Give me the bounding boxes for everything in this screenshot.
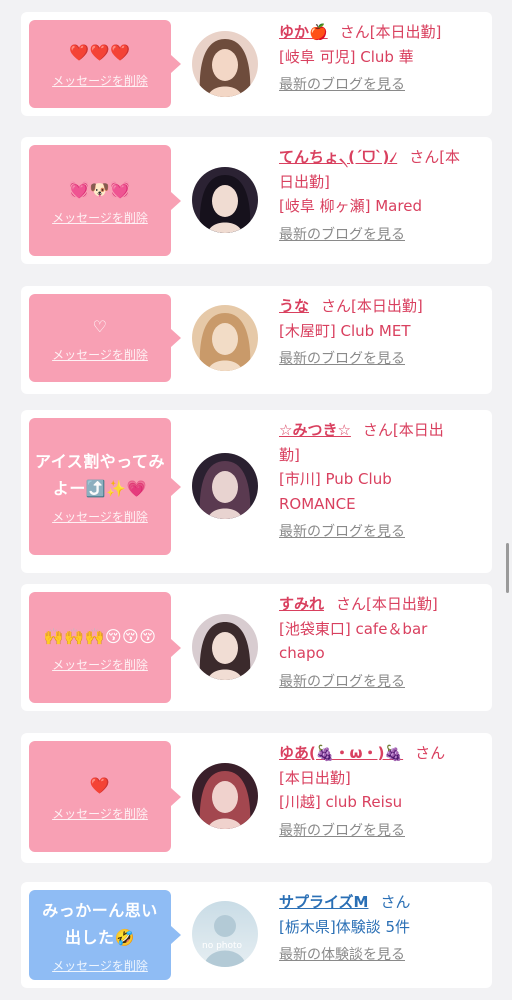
message-text: 🙌🙌🙌😚😚😚: [43, 626, 157, 646]
avatar[interactable]: [192, 763, 258, 829]
cast-detail-line: 日出勤]: [279, 172, 330, 191]
cast-name-link[interactable]: サプライズM: [279, 893, 368, 911]
cast-status: さん[本: [409, 148, 461, 166]
message-text: ♡: [92, 317, 108, 336]
cast-name-line: サプライズM さん: [279, 890, 487, 915]
avatar[interactable]: [192, 614, 258, 680]
delete-message-link[interactable]: メッセージを削除: [52, 957, 148, 974]
cast-name-line: てんちょ৲(ˊᗜˋ)৴ さん[本: [279, 145, 487, 170]
cast-name-link[interactable]: すみれ: [279, 595, 324, 613]
cast-status: さん[本日出勤]: [339, 23, 442, 41]
latest-post-link[interactable]: 最新のブログを見る: [279, 672, 487, 692]
message-card: アイス割やってみよー⤴️✨💗 メッセージを削除 ☆みつき☆ さん[本日出勤] [市川] …: [21, 410, 492, 573]
message-bubble: アイス割やってみよー⤴️✨💗 メッセージを削除: [29, 418, 181, 555]
cast-info: ゆか🍎 さん[本日出勤] [岐阜 可児] Club 華最新のブログを見る: [279, 20, 487, 95]
cast-detail-line: [岐阜 可児] Club 華: [279, 47, 414, 66]
message-text: ❤️❤️❤️: [69, 43, 131, 62]
message-text: みっかーん思い出した🤣: [42, 900, 158, 947]
avatar[interactable]: no photo: [192, 901, 258, 967]
cast-name-line: うな さん[本日出勤]: [279, 294, 487, 319]
profile-photo-icon: [192, 305, 258, 371]
profile-photo-icon: [192, 763, 258, 829]
delete-message-link[interactable]: メッセージを削除: [52, 346, 148, 363]
cast-info: うな さん[本日出勤] [木屋町] Club MET 最新のブログを見る: [279, 294, 487, 369]
delete-message-link[interactable]: メッセージを削除: [52, 805, 148, 822]
message-text: アイス割やってみよー⤴️✨💗: [35, 452, 165, 498]
cast-name-link[interactable]: ☆みつき☆: [279, 421, 351, 439]
cast-name-link[interactable]: ゆか🍎: [279, 23, 328, 41]
cast-name-link[interactable]: てんちょ৲(ˊᗜˋ)৴: [279, 148, 397, 166]
cast-name-link[interactable]: ゆあ(🍇・ω・)🍇: [279, 744, 403, 762]
profile-photo-icon: [192, 614, 258, 680]
latest-post-link[interactable]: 最新のブログを見る: [279, 522, 487, 542]
delete-message-link[interactable]: メッセージを削除: [52, 656, 148, 673]
cast-status: さん[本日出勤]: [336, 595, 438, 613]
cast-detail-line: [池袋東口] cafe＆bar: [279, 619, 428, 638]
message-card: ❤️❤️❤️ メッセージを削除 ゆか🍎 さん[本日出勤] [岐阜 可児] Club 華最…: [21, 12, 492, 116]
message-text: ❤️: [89, 775, 111, 795]
profile-photo-icon: [192, 31, 258, 97]
latest-post-link[interactable]: 最新のブログを見る: [279, 75, 487, 95]
cast-status: さん: [415, 744, 446, 762]
message-bubble: ♡ メッセージを削除: [29, 294, 181, 382]
message-bubble: みっかーん思い出した🤣 メッセージを削除: [29, 890, 181, 980]
no-photo-text: no photo: [202, 941, 243, 951]
scrollbar[interactable]: [506, 543, 509, 593]
cast-info: ☆みつき☆ さん[本日出勤] [市川] Pub Club ROMANCE 最新のブログを…: [279, 418, 487, 542]
cast-detail-line: [市川] Pub Club: [279, 470, 392, 488]
cast-detail-line: [栃木県]体験談 5件: [279, 917, 411, 936]
profile-photo-icon: [192, 453, 258, 519]
delete-message-link[interactable]: メッセージを削除: [52, 209, 148, 226]
message-card: ♡ メッセージを削除 うな さん[本日出勤] [木屋町] Club MET 最新のブログを…: [21, 286, 492, 394]
avatar[interactable]: [192, 305, 258, 371]
cast-status: さん: [380, 893, 411, 911]
cast-name-line: ゆあ(🍇・ω・)🍇 さん: [279, 741, 487, 766]
message-bubble: ❤️ メッセージを削除: [29, 741, 181, 852]
message-card: みっかーん思い出した🤣 メッセージを削除 no photo サプライズM さん [栃木県]…: [21, 882, 492, 988]
message-bubble: 💓🐶💓 メッセージを削除: [29, 145, 181, 256]
cast-name-line: すみれ さん[本日出勤]: [279, 592, 487, 617]
cast-detail-line: chapo: [279, 644, 325, 662]
message-text: 💓🐶💓: [69, 179, 131, 199]
latest-post-link[interactable]: 最新のブログを見る: [279, 821, 487, 841]
cast-status: さん[本日出勤]: [321, 297, 423, 315]
cast-info: てんちょ৲(ˊᗜˋ)৴ さん[本日出勤] [岐阜 柳ヶ瀬] Mared 最新のブログを…: [279, 145, 487, 245]
cast-name-link[interactable]: うな: [279, 297, 309, 315]
cast-detail-line: [岐阜 柳ヶ瀬] Mared: [279, 197, 422, 215]
avatar[interactable]: [192, 31, 258, 97]
cast-name-line: ☆みつき☆ さん[本日出: [279, 418, 487, 443]
cast-detail-line: ROMANCE: [279, 494, 356, 513]
cast-info: すみれ さん[本日出勤] [池袋東口] cafe＆bar chapo 最新のブログを見る: [279, 592, 487, 692]
avatar[interactable]: [192, 453, 258, 519]
cast-status: さん[本日出: [362, 421, 444, 439]
cast-detail-line: [本日出勤]: [279, 768, 351, 787]
message-card: ❤️ メッセージを削除 ゆあ(🍇・ω・)🍇 さん [本日出勤] [川越] club Rei…: [21, 733, 492, 863]
cast-info: ゆあ(🍇・ω・)🍇 さん [本日出勤] [川越] club Reisu 最新のブログを見…: [279, 741, 487, 841]
latest-post-link[interactable]: 最新のブログを見る: [279, 349, 487, 369]
no-photo-avatar-icon: no photo: [192, 901, 258, 967]
cast-name-line: ゆか🍎 さん[本日出勤]: [279, 20, 487, 45]
cast-info: サプライズM さん [栃木県]体験談 5件最新の体験談を見る: [279, 890, 487, 965]
avatar[interactable]: [192, 167, 258, 233]
latest-post-link[interactable]: 最新の体験談を見る: [279, 945, 487, 965]
cast-detail-line: [木屋町] Club MET: [279, 321, 411, 340]
latest-post-link[interactable]: 最新のブログを見る: [279, 225, 487, 245]
delete-message-link[interactable]: メッセージを削除: [52, 508, 148, 525]
cast-detail-line: 勤]: [279, 445, 300, 464]
message-card: 🙌🙌🙌😚😚😚 メッセージを削除 すみれ さん[本日出勤] [池袋東口] cafe＆bar…: [21, 584, 492, 711]
message-card: 💓🐶💓 メッセージを削除 てんちょ৲(ˊᗜˋ)৴ さん[本日出勤] [岐阜 柳ヶ瀬] M…: [21, 137, 492, 264]
message-bubble: 🙌🙌🙌😚😚😚 メッセージを削除: [29, 592, 181, 703]
profile-photo-icon: [192, 167, 258, 233]
cast-detail-line: [川越] club Reisu: [279, 793, 403, 811]
delete-message-link[interactable]: メッセージを削除: [52, 72, 148, 89]
message-bubble: ❤️❤️❤️ メッセージを削除: [29, 20, 181, 108]
